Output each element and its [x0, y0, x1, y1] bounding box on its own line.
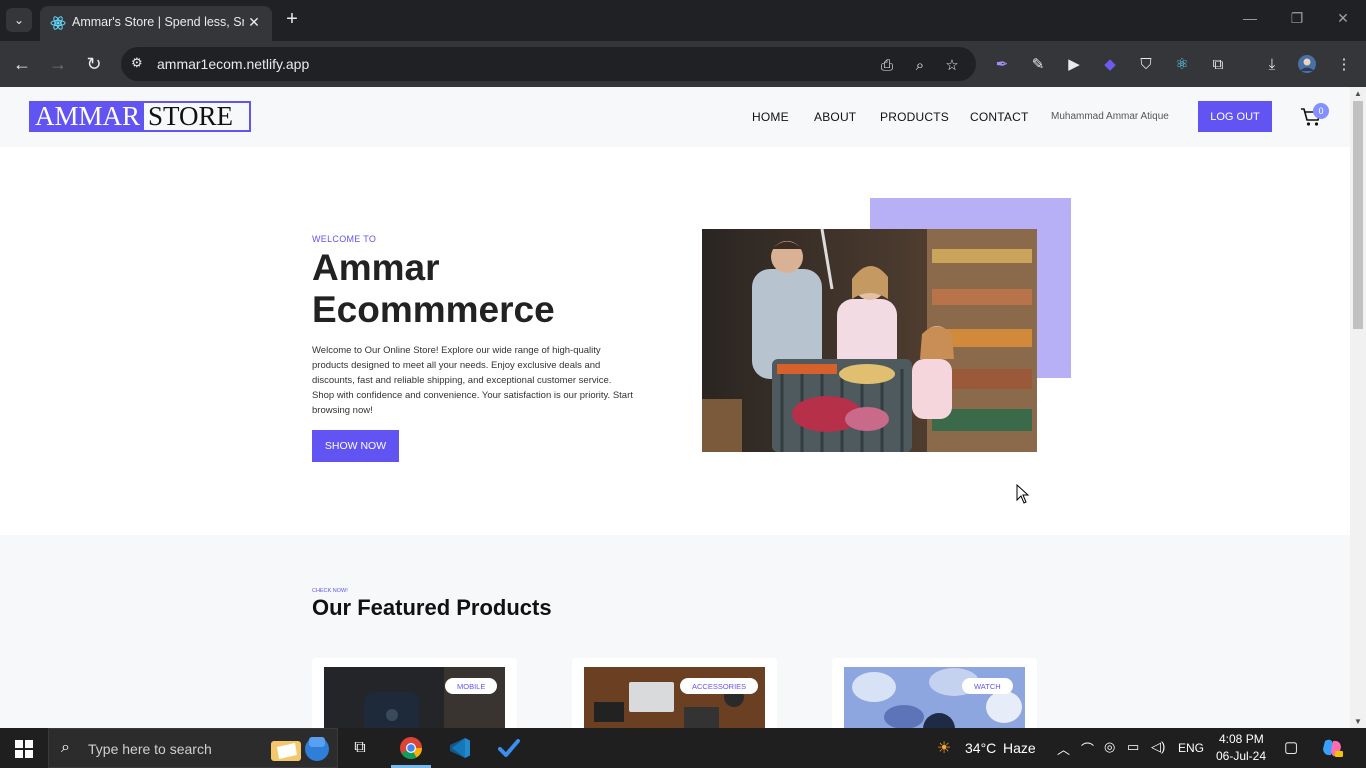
cube-extension-icon[interactable]: ◆	[1100, 54, 1120, 74]
show-now-button[interactable]: SHOW NOW	[312, 430, 399, 462]
logout-button[interactable]: LOG OUT	[1198, 101, 1272, 132]
url-text[interactable]: ammar1ecom.netlify.app	[157, 56, 309, 72]
hero-title-line2: Ecommmerce	[312, 289, 555, 330]
react-favicon-icon	[50, 16, 66, 30]
language-indicator[interactable]: ENG	[1178, 741, 1204, 755]
restore-icon[interactable]: ❐	[1287, 10, 1307, 27]
meet-now-icon[interactable]: ◎	[1104, 739, 1115, 755]
tab-title: Ammar's Store | Spend less, Smile more	[72, 15, 244, 29]
featured-products-section: CHECK NOW! Our Featured Products MOBILE	[0, 535, 1350, 728]
nav-about[interactable]: ABOUT	[814, 110, 856, 124]
notifications-icon[interactable]: ▢	[1284, 738, 1298, 756]
product-card-watch[interactable]: WATCH	[832, 658, 1037, 728]
weather-haze-icon[interactable]: ☀	[932, 736, 956, 760]
clock-date[interactable]: 06-Jul-24	[1216, 749, 1266, 763]
product-tag-watch: WATCH	[962, 678, 1013, 694]
address-bar[interactable]: ⚙ ammar1ecom.netlify.app ⎙ ⌕ ☆	[121, 47, 976, 81]
windows-start-icon[interactable]	[15, 740, 33, 758]
vscode-taskbar-icon[interactable]	[448, 736, 472, 760]
browser-tab-bar: ⌄ Ammar's Store | Spend less, Smile more…	[0, 0, 1366, 41]
featured-subtitle: CHECK NOW!	[312, 588, 348, 594]
feather-extension-icon[interactable]: ✒	[992, 54, 1012, 74]
browser-toolbar: ← → ↻ ⚙ ammar1ecom.netlify.app ⎙ ⌕ ☆ ✒ ✎…	[0, 41, 1366, 87]
weather-condition[interactable]: Haze	[1003, 740, 1036, 756]
volume-icon[interactable]: ◁)	[1151, 739, 1165, 755]
weather-temperature[interactable]: 34°C	[965, 740, 996, 756]
tray-overflow-chevron-icon[interactable]: ︿	[1057, 739, 1070, 758]
install-app-icon[interactable]: ⎙	[877, 55, 897, 75]
react-devtools-icon[interactable]: ⚛	[1172, 54, 1192, 74]
product-tag-accessories: ACCESSORIES	[680, 678, 759, 694]
back-arrow-icon[interactable]: ←	[10, 52, 34, 76]
battery-icon[interactable]: ▭	[1127, 739, 1139, 755]
site-info-icon[interactable]: ⚙	[131, 55, 149, 73]
cart-count-badge: 0	[1313, 103, 1329, 119]
hero-family-shopping-image	[702, 229, 1037, 452]
page-scrollbar[interactable]: ▲ ▼	[1350, 87, 1366, 728]
mouse-cursor-icon	[1016, 484, 1030, 504]
minimize-icon[interactable]: —	[1240, 10, 1260, 26]
clock-time[interactable]: 4:08 PM	[1219, 732, 1264, 746]
copilot-icon[interactable]	[1320, 736, 1344, 760]
forward-arrow-icon[interactable]: →	[46, 52, 70, 76]
shield-extension-icon[interactable]: ⛉	[1136, 54, 1156, 74]
logo-text-ammar: AMMAR	[31, 103, 145, 130]
tab-search-button[interactable]: ⌄	[6, 8, 32, 32]
eyedropper-extension-icon[interactable]: ✎	[1028, 54, 1048, 74]
search-highlight-illustration-icon	[271, 737, 329, 761]
hero-welcome-text: WELCOME TO	[312, 234, 377, 244]
bookmark-star-icon[interactable]: ☆	[942, 55, 962, 75]
tab-close-icon[interactable]: ✕	[244, 12, 264, 32]
nav-contact[interactable]: CONTACT	[970, 110, 1029, 124]
store-logo[interactable]: AMMAR STORE	[29, 101, 251, 132]
window-close-icon[interactable]: ✕	[1333, 10, 1353, 27]
nav-home[interactable]: HOME	[752, 110, 789, 124]
extensions-puzzle-icon[interactable]: ⧉	[1208, 54, 1228, 74]
hero-title-line1: Ammar	[312, 247, 440, 288]
todo-taskbar-icon[interactable]	[497, 736, 521, 760]
taskbar-search-placeholder: Type here to search	[88, 741, 212, 757]
reload-icon[interactable]: ↻	[82, 52, 106, 76]
chrome-menu-icon[interactable]: ⋮	[1334, 54, 1354, 74]
scroll-down-arrow-icon[interactable]: ▼	[1354, 717, 1362, 726]
site-header: AMMAR STORE HOME ABOUT PRODUCTS CONTACT …	[0, 87, 1350, 147]
featured-title: Our Featured Products	[312, 595, 552, 620]
product-image-accessories	[584, 667, 765, 728]
product-card-mobile[interactable]: MOBILE	[312, 658, 517, 728]
product-image-mobile	[324, 667, 505, 728]
web-page: AMMAR STORE HOME ABOUT PRODUCTS CONTACT …	[0, 87, 1350, 728]
task-view-icon[interactable]: ⧉	[348, 736, 372, 760]
browser-tab[interactable]: Ammar's Store | Spend less, Smile more ✕	[40, 6, 272, 41]
video-extension-icon[interactable]: ▶	[1064, 54, 1084, 74]
logo-text-store: STORE	[148, 101, 234, 131]
zoom-icon[interactable]: ⌕	[910, 55, 930, 75]
user-name: Muhammad Ammar Atique	[1051, 111, 1169, 122]
product-tag-mobile: MOBILE	[445, 678, 498, 694]
hero-title: Ammar Ecommmerce	[312, 247, 632, 331]
scrollbar-thumb[interactable]	[1353, 101, 1363, 329]
nav-products[interactable]: PRODUCTS	[880, 110, 949, 124]
hero-description: Welcome to Our Online Store! Explore our…	[312, 345, 633, 416]
taskbar-search-box[interactable]: ⌕ Type here to search	[48, 728, 338, 768]
chrome-taskbar-icon[interactable]	[399, 736, 423, 760]
search-icon: ⌕	[61, 739, 70, 756]
new-tab-button[interactable]: +	[282, 9, 302, 31]
windows-taskbar: ⌕ Type here to search ⧉ ☀ 34°C Haze ︿ ⌒ …	[0, 728, 1366, 768]
scroll-up-arrow-icon[interactable]: ▲	[1354, 89, 1362, 98]
download-icon[interactable]: ⤓	[1262, 54, 1282, 74]
product-card-accessories[interactable]: ACCESSORIES	[572, 658, 777, 728]
product-image-watch	[844, 667, 1025, 728]
network-icon[interactable]: ⌒	[1081, 739, 1094, 758]
profile-avatar-icon[interactable]	[1297, 54, 1317, 74]
